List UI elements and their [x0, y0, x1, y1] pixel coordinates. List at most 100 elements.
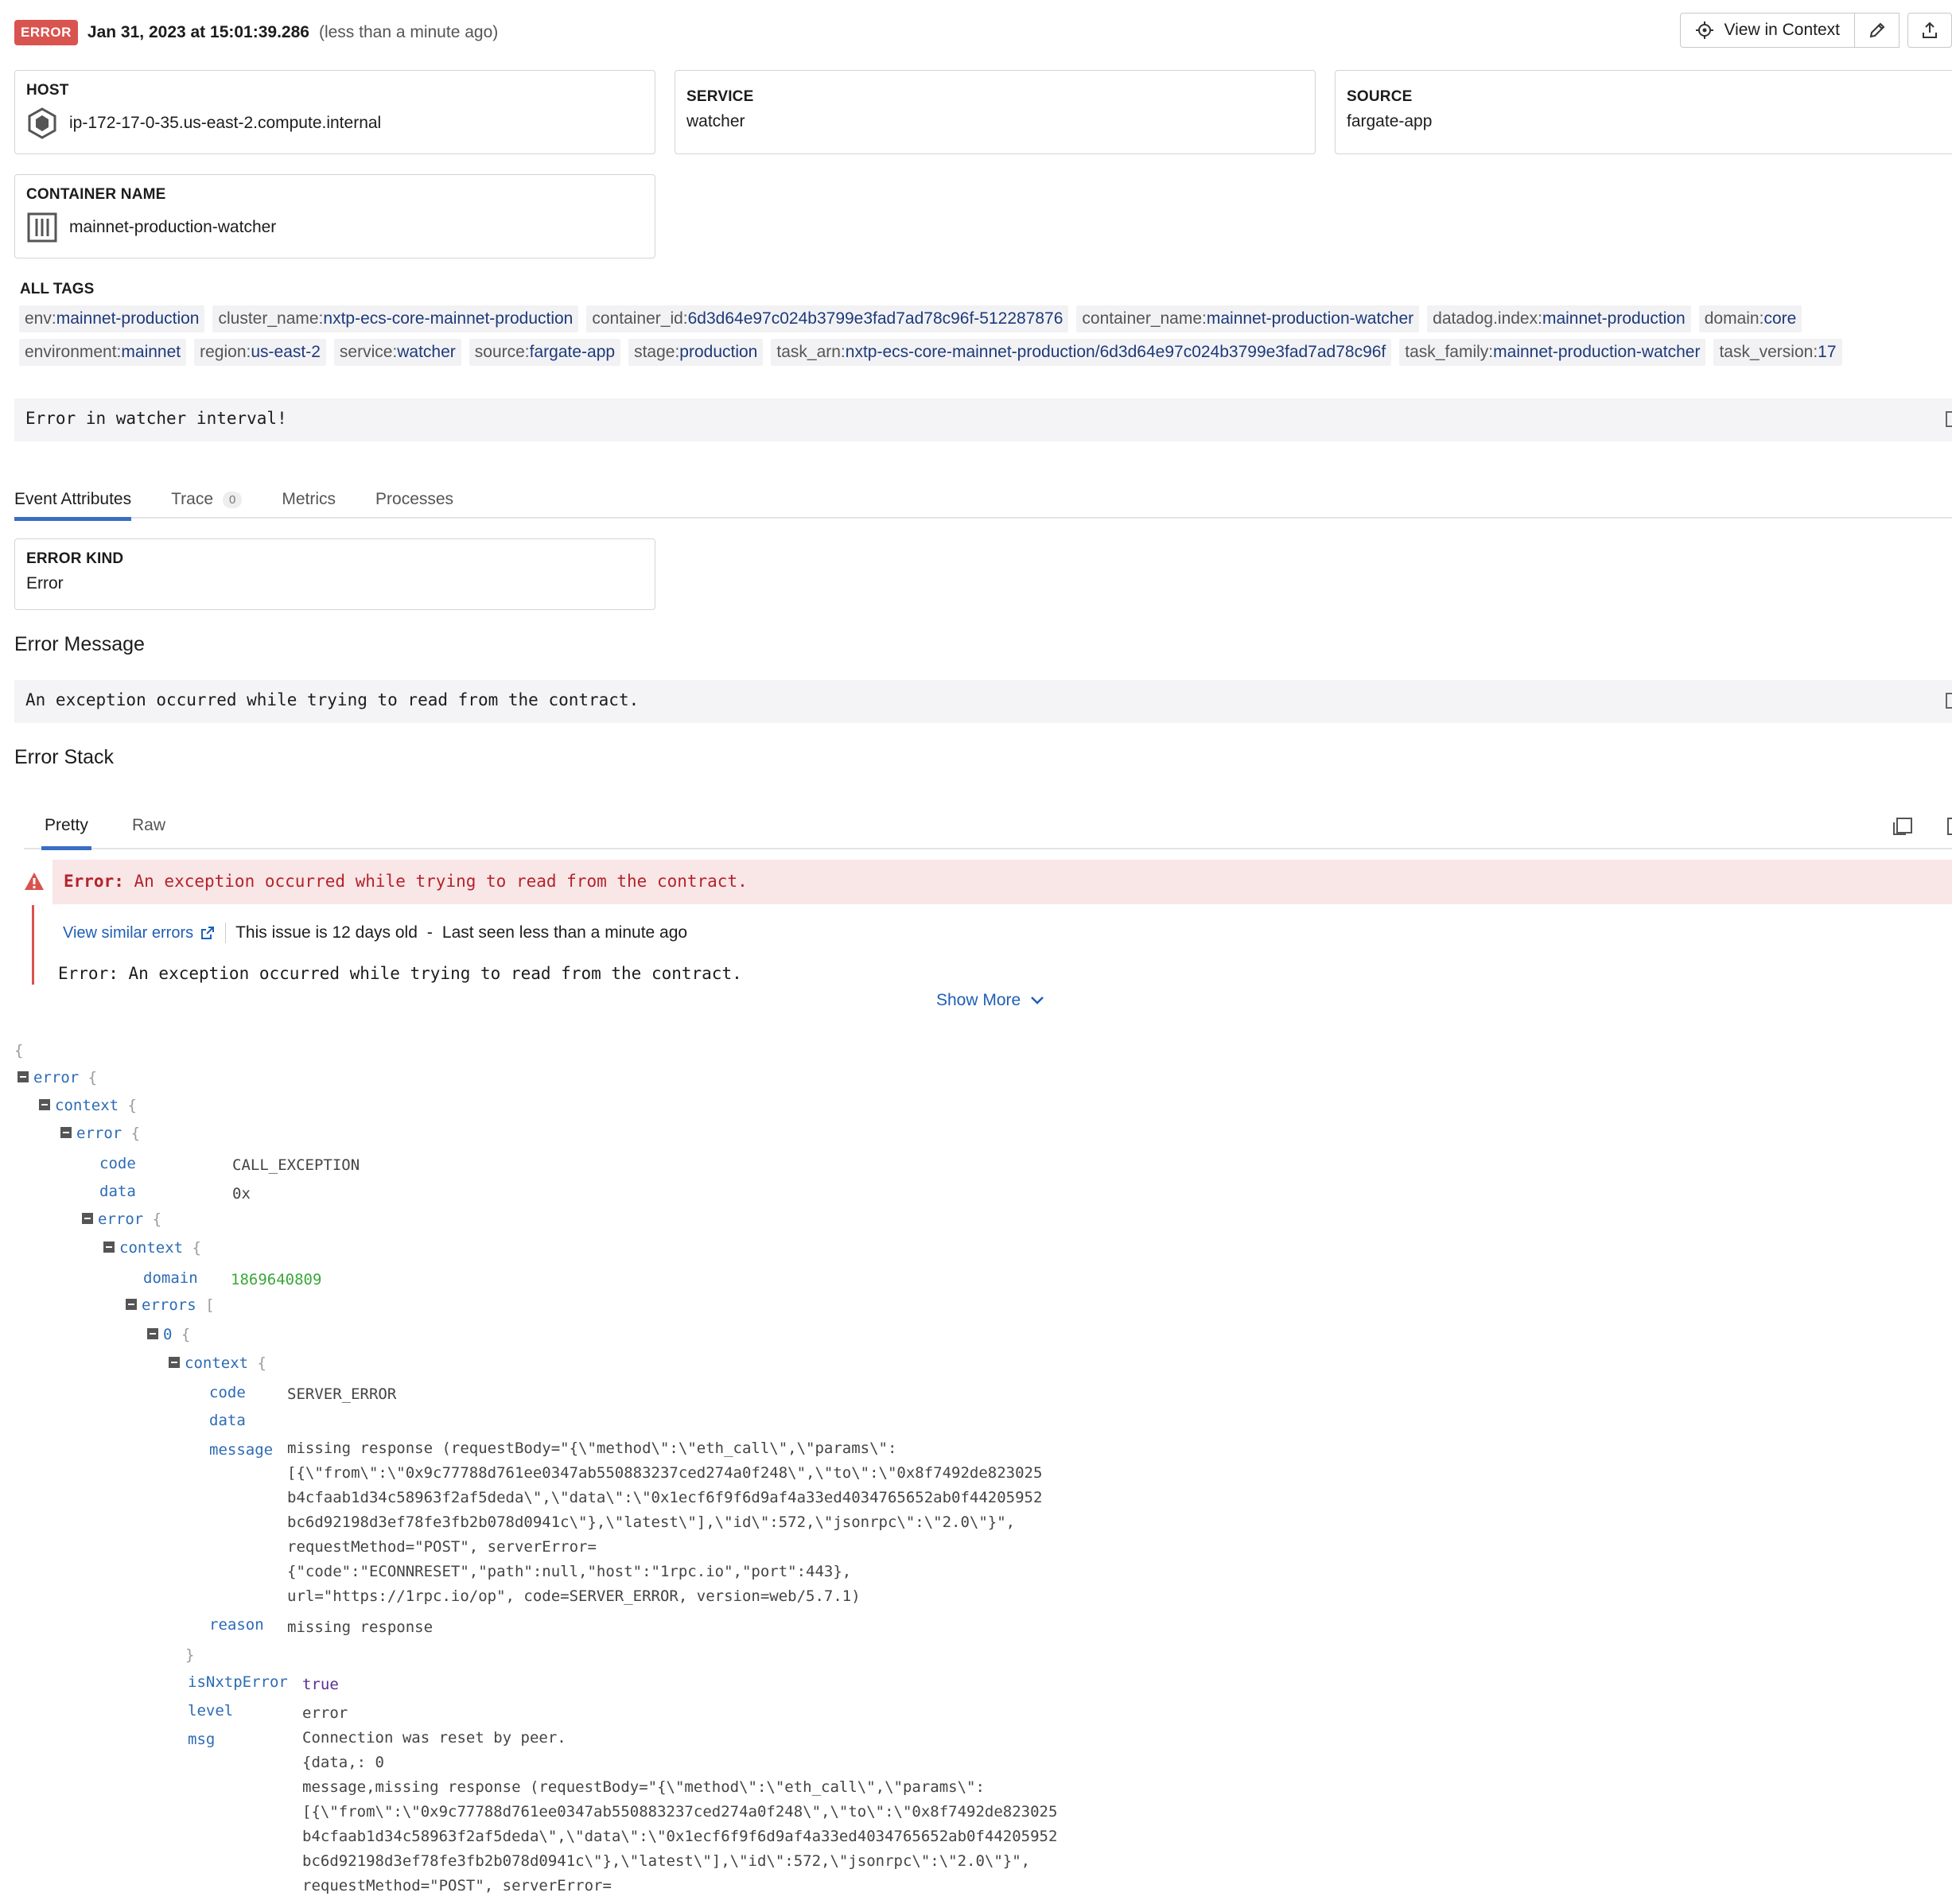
json-node-error[interactable]: error { — [82, 1210, 161, 1228]
share-button[interactable] — [1907, 13, 1952, 48]
json-node-context[interactable]: context { — [169, 1354, 266, 1372]
tag-value: mainnet — [121, 343, 181, 361]
tab-label: Metrics — [282, 490, 336, 508]
json-value: 1869640809 — [231, 1271, 322, 1288]
error-stack-tabs: Pretty Raw — [24, 803, 1952, 850]
tag-chip[interactable]: container_id:6d3d64e97c024b3799e3fad7ad7… — [586, 305, 1069, 332]
service-value[interactable]: watcher — [686, 112, 745, 131]
view-in-context-button[interactable]: View in Context — [1680, 13, 1855, 48]
tag-chip[interactable]: cluster_name:nxtp-ecs-core-mainnet-produ… — [212, 305, 579, 332]
json-node-errors[interactable]: errors [ — [126, 1296, 215, 1314]
warning-icon — [25, 872, 44, 890]
json-value: SERVER_ERROR — [287, 1385, 397, 1403]
tag-chip[interactable]: task_family:mainnet-production-watcher — [1399, 339, 1706, 366]
container-value[interactable]: mainnet-production-watcher — [69, 218, 276, 237]
issue-age: This issue is 12 days old — [235, 923, 418, 942]
relative-time: (less than a minute ago) — [318, 23, 499, 41]
collapse-icon[interactable] — [103, 1241, 115, 1253]
error-banner-prefix: Error: — [64, 872, 124, 891]
tab-pretty[interactable]: Pretty — [41, 816, 91, 850]
error-message-bar: An exception occurred while trying to re… — [14, 680, 1952, 723]
tag-key: task_arn: — [776, 343, 846, 361]
tag-chip[interactable]: env:mainnet-production — [19, 305, 205, 332]
header-actions: View in Context — [1680, 13, 1952, 48]
host-value[interactable]: ip-172-17-0-35.us-east-2.compute.interna… — [69, 114, 381, 133]
tags-list: env:mainnet-production cluster_name:nxtp-… — [19, 305, 1944, 366]
tab-event-attributes[interactable]: Event Attributes — [14, 480, 132, 521]
error-kind-label: ERROR KIND — [26, 550, 124, 567]
json-node-error[interactable]: error { — [60, 1125, 140, 1142]
show-more-button[interactable]: Show More — [936, 991, 1044, 1010]
copy-icon[interactable] — [1893, 818, 1912, 835]
tag-chip[interactable]: domain:core — [1698, 305, 1802, 332]
tag-key: task_family: — [1405, 343, 1494, 361]
error-banner-text: An exception occurred while trying to re… — [123, 872, 748, 891]
copy-icon[interactable] — [1946, 693, 1952, 709]
tag-key: task_version: — [1719, 343, 1818, 361]
tag-value: fargate-app — [529, 343, 616, 361]
tag-chip[interactable]: task_version:17 — [1713, 339, 1842, 366]
collapse-icon[interactable] — [82, 1212, 93, 1224]
tab-metrics[interactable]: Metrics — [282, 480, 336, 519]
json-node-index[interactable]: 0 { — [147, 1326, 190, 1343]
source-box: SOURCE fargate-app — [1335, 70, 1952, 154]
source-label: SOURCE — [1347, 88, 1413, 105]
json-value: CALL_EXCEPTION — [232, 1156, 360, 1174]
tag-chip[interactable]: datadog.index:mainnet-production — [1427, 305, 1691, 332]
view-similar-label: View similar errors — [63, 923, 194, 942]
tag-value: mainnet-production — [1542, 309, 1686, 328]
error-banner: Error: An exception occurred while tryin… — [52, 860, 1952, 904]
upload-icon — [1923, 21, 1937, 38]
json-value: Connection was reset by peer. {data,: 0 … — [302, 1729, 1058, 1894]
view-similar-errors-link[interactable]: View similar errors — [63, 924, 216, 942]
chevron-down-icon — [1031, 997, 1044, 1004]
tag-key: container_name: — [1082, 309, 1207, 328]
tab-trace[interactable]: Trace 0 — [171, 480, 243, 519]
json-node-error[interactable]: error { — [17, 1069, 97, 1086]
json-node-context[interactable]: context { — [103, 1239, 201, 1257]
source-value[interactable]: fargate-app — [1347, 112, 1432, 131]
json-node-context[interactable]: context { — [39, 1097, 137, 1114]
tab-processes[interactable]: Processes — [375, 480, 453, 519]
json-key: error — [33, 1069, 80, 1086]
json-key: msg — [188, 1731, 216, 1748]
tag-chip[interactable]: environment:mainnet — [19, 339, 187, 366]
tag-key: region: — [200, 343, 251, 361]
json-value: error — [302, 1704, 348, 1722]
tag-chip[interactable]: region:us-east-2 — [194, 339, 326, 366]
service-box: SERVICE watcher — [675, 70, 1316, 154]
container-label: CONTAINER NAME — [26, 186, 166, 203]
json-brace: } — [185, 1646, 195, 1664]
collapse-icon[interactable] — [39, 1098, 50, 1110]
json-key: data — [99, 1183, 136, 1200]
collapse-icon[interactable] — [147, 1327, 158, 1339]
error-kind-value[interactable]: Error — [26, 574, 64, 593]
tag-chip[interactable]: task_arn:nxtp-ecs-core-mainnet-productio… — [771, 339, 1392, 366]
collapse-icon[interactable] — [169, 1356, 180, 1368]
tag-chip[interactable]: service:watcher — [333, 339, 461, 366]
tag-chip[interactable]: stage:production — [628, 339, 764, 366]
tab-raw[interactable]: Raw — [132, 816, 165, 835]
pencil-icon — [1869, 22, 1884, 38]
json-key: context — [55, 1097, 119, 1114]
json-value: missing response (requestBody="{\"method… — [287, 1440, 1043, 1605]
tag-value: watcher — [397, 343, 456, 361]
error-kind-box: ERROR KIND Error — [14, 538, 655, 610]
copy-icon[interactable] — [1946, 411, 1952, 427]
tag-key: cluster_name: — [218, 309, 324, 328]
json-key: level — [188, 1702, 234, 1719]
edit-button[interactable] — [1855, 13, 1900, 48]
issue-info: View similar errors This issue is 12 day… — [63, 923, 687, 943]
collapse-icon[interactable] — [60, 1126, 72, 1138]
tag-key: stage: — [634, 343, 680, 361]
host-icon — [28, 107, 56, 139]
expand-icon[interactable] — [1947, 818, 1952, 835]
collapse-icon[interactable] — [17, 1071, 29, 1082]
tag-chip[interactable]: container_name:mainnet-production-watche… — [1076, 305, 1420, 332]
json-key: code — [209, 1384, 246, 1401]
collapse-icon[interactable] — [126, 1298, 137, 1310]
tag-key: environment: — [25, 343, 122, 361]
json-key: errors — [142, 1296, 196, 1314]
tab-label: Trace — [171, 490, 213, 508]
tag-chip[interactable]: source:fargate-app — [469, 339, 621, 366]
